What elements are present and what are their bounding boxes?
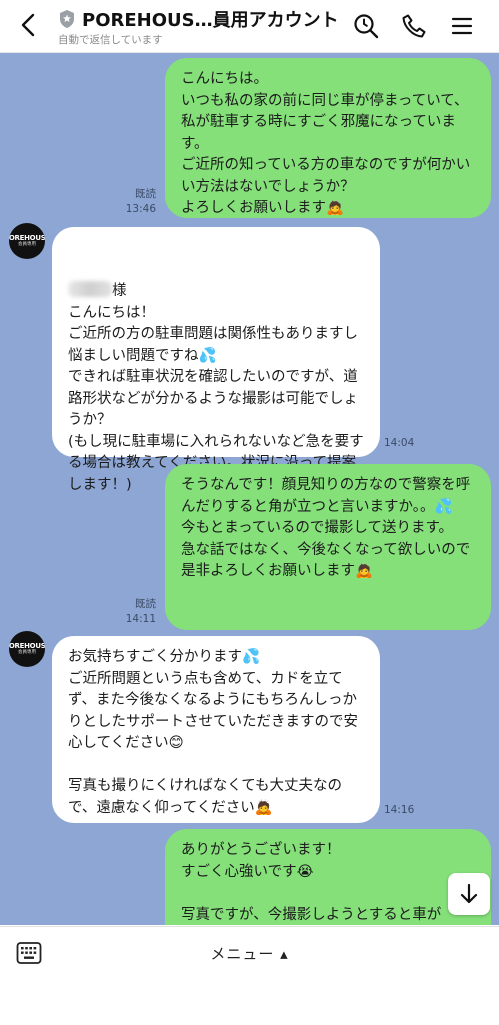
redacted-name	[68, 281, 112, 297]
back-button[interactable]	[14, 10, 44, 40]
chat-title: POREHOUS…員用アカウント	[82, 10, 339, 31]
message-meta: 既読 14:11	[112, 597, 156, 627]
message-meta: 既読 13:46	[112, 187, 156, 217]
message-bubble-outgoing[interactable]: ありがとうございます！ すごく心強いです😭 写真ですが、今撮影しようとすると車が	[165, 829, 491, 925]
avatar-logo-subtext: 会員専用	[18, 242, 36, 247]
avatar-logo-subtext: 会員専用	[18, 650, 36, 655]
chevron-left-icon	[21, 13, 35, 37]
timestamp: 14:11	[125, 613, 156, 625]
timestamp: 13:46	[125, 203, 156, 215]
title-row[interactable]: POREHOUS…員用アカウント	[58, 6, 343, 32]
read-receipt: 既読	[135, 598, 156, 610]
timestamp: 14:04	[384, 437, 415, 449]
message-bubble-incoming[interactable]: お気持ちすごく分かります💦 ご近所問題という点も含めて、カドを立てず、また今後な…	[52, 636, 380, 823]
message-bubble-outgoing[interactable]: こんにちは。 いつも私の家の前に同じ車が停まっていて、私が駐車する時にすごく邪魔…	[165, 58, 491, 218]
read-receipt: 既読	[135, 188, 156, 200]
auto-reply-status: 自動で返信しています	[58, 34, 163, 46]
menu-button[interactable]	[448, 12, 476, 40]
call-button[interactable]	[400, 12, 428, 40]
rich-menu-toggle[interactable]: メニュー ▴	[0, 943, 499, 964]
verified-shield-icon	[60, 10, 74, 28]
recipient-line: 様	[68, 281, 366, 303]
scroll-to-bottom-button[interactable]	[448, 873, 490, 915]
avatar-logo-text: POREHOUSE	[9, 642, 45, 650]
chat-area[interactable]: こんにちは。 いつも私の家の前に同じ車が停まっていて、私が駐車する時にすごく邪魔…	[0, 53, 499, 925]
arrow-down-icon	[460, 883, 478, 904]
phone-icon	[402, 14, 426, 38]
hamburger-menu-icon	[451, 17, 473, 35]
message-bubble-incoming[interactable]: 様こんにちは！ ご近所の方の駐車問題は関係性もありますし悩ましい問題ですね💦 で…	[52, 227, 380, 493]
timestamp: 14:16	[384, 804, 415, 816]
bottom-bar: メニュー ▴	[0, 926, 499, 1025]
chat-header: POREHOUS…員用アカウント 自動で返信しています	[0, 0, 499, 53]
message-bubble-outgoing[interactable]: そうなんです！顔見知りの方なので警察を呼んだりすると角が立つと言いますか。。💦 …	[165, 464, 491, 630]
avatar-logo-text: POREHOUSE	[9, 234, 45, 242]
avatar[interactable]: POREHOUSE 会員専用	[9, 223, 45, 259]
avatar[interactable]: POREHOUSE 会員専用	[9, 631, 45, 667]
search-button[interactable]	[352, 12, 380, 40]
search-icon	[354, 14, 379, 39]
name-suffix: 様	[112, 283, 127, 299]
